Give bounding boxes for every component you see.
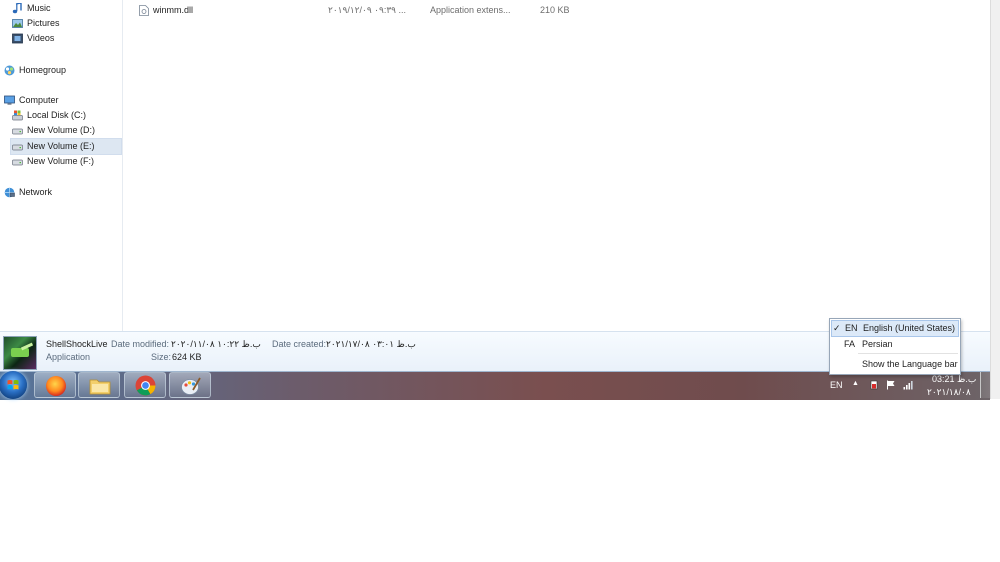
language-code: FA <box>844 339 856 349</box>
power-tray-icon[interactable] <box>869 380 879 390</box>
nav-item-videos[interactable]: Videos <box>12 31 120 46</box>
menu-separator <box>858 353 958 354</box>
file-list: winmm.dll ۲۰۱۹/۱۲/۰۹ ۰۹:۳۹ ... Applicati… <box>123 0 990 331</box>
nav-item-label: Local Disk (C:) <box>27 110 87 120</box>
start-button[interactable] <box>0 371 27 399</box>
file-type: Application extens... <box>430 5 511 15</box>
details-modified-value: ۲۰۲۰/۱۱/۰۸ ب.ظ ۱۰:۲۲ <box>171 339 261 349</box>
show-hidden-icons-arrow-icon[interactable]: ▲ <box>852 380 859 387</box>
file-date-modified: ۲۰۱۹/۱۲/۰۹ ۰۹:۳۹ ... <box>328 5 407 15</box>
network-icon <box>4 187 15 198</box>
language-name: Persian <box>862 339 893 349</box>
language-option-fa[interactable]: FA Persian <box>831 337 957 352</box>
checkmark-icon: ✓ <box>833 323 841 333</box>
details-size-label: Size: <box>151 352 172 362</box>
nav-item-new-volume-d[interactable]: New Volume (D:) <box>12 123 120 138</box>
navigation-pane: Music Pictures Videos Homegroup Computer… <box>0 0 123 331</box>
window-edge <box>990 0 1000 399</box>
language-code: EN <box>845 323 858 333</box>
nav-item-label: New Volume (E:) <box>27 141 95 151</box>
nav-item-computer[interactable]: Computer <box>4 93 120 108</box>
file-size: 210 KB <box>540 5 570 15</box>
windows-logo-icon <box>7 380 19 390</box>
language-menu: ✓ EN English (United States) FA Persian … <box>829 318 961 375</box>
pictures-icon <box>12 19 23 28</box>
clock-date[interactable]: ۲۰۲۱/۱۸/۰۸ <box>927 387 971 398</box>
homegroup-icon <box>4 65 15 76</box>
details-created-label: Date created: <box>272 339 327 349</box>
music-icon <box>12 3 22 14</box>
file-name: winmm.dll <box>153 5 194 15</box>
action-center-flag-icon[interactable] <box>886 380 896 390</box>
folder-icon <box>89 379 111 395</box>
language-option-en[interactable]: ✓ EN English (United States) <box>831 320 959 337</box>
details-file-type: Application <box>46 352 91 362</box>
firefox-icon <box>46 376 66 396</box>
nav-item-new-volume-e[interactable]: New Volume (E:) <box>10 138 122 155</box>
nav-item-music[interactable]: Music <box>12 1 120 16</box>
nav-item-label: Videos <box>27 33 55 43</box>
nav-item-label: Pictures <box>27 18 60 28</box>
show-desktop-button[interactable] <box>980 372 990 398</box>
nav-item-pictures[interactable]: Pictures <box>12 16 120 31</box>
nav-item-label: New Volume (F:) <box>27 156 95 166</box>
computer-icon <box>4 95 15 105</box>
nav-item-label: Music <box>27 3 51 13</box>
taskbar-button-paint[interactable] <box>169 372 211 398</box>
nav-item-new-volume-f[interactable]: New Volume (F:) <box>12 154 120 169</box>
details-modified-label: Date modified: <box>111 339 170 349</box>
nav-item-network[interactable]: Network <box>4 185 120 200</box>
paint-icon <box>181 377 201 395</box>
app-thumbnail <box>3 336 37 370</box>
drive-icon <box>12 144 23 151</box>
nav-item-label: Computer <box>19 95 59 105</box>
clock-time[interactable]: 03:21 ب.ظ <box>932 374 976 385</box>
details-created-value: ۲۰۲۱/۱۷/۰۸ ب.ظ ۰۳:۰۱ <box>326 339 416 349</box>
drive-icon <box>12 159 23 166</box>
nav-item-label: New Volume (D:) <box>27 125 96 135</box>
details-size-value: 624 KB <box>172 352 202 362</box>
taskbar-button-file-explorer[interactable] <box>78 372 120 398</box>
show-language-bar-label: Show the Language bar <box>862 359 958 369</box>
nav-item-label: Homegroup <box>19 65 67 75</box>
taskbar-button-firefox[interactable] <box>34 372 76 398</box>
network-signal-icon[interactable] <box>903 380 913 390</box>
taskbar-button-chrome[interactable] <box>124 372 166 398</box>
language-name: English (United States) <box>863 323 956 333</box>
drive-icon <box>12 128 23 135</box>
language-indicator[interactable]: EN <box>830 380 843 390</box>
show-language-bar-item[interactable]: Show the Language bar <box>831 357 958 372</box>
nav-item-local-disk-c[interactable]: Local Disk (C:) <box>12 108 120 123</box>
details-file-name: ShellShockLive <box>46 339 108 349</box>
system-drive-icon <box>12 110 23 121</box>
nav-item-homegroup[interactable]: Homegroup <box>4 63 120 78</box>
videos-icon <box>12 33 23 44</box>
dll-file-icon <box>139 5 149 16</box>
nav-item-label: Network <box>19 187 53 197</box>
file-row[interactable]: winmm.dll ۲۰۱۹/۱۲/۰۹ ۰۹:۳۹ ... Applicati… <box>137 2 577 18</box>
chrome-icon <box>135 375 156 396</box>
explorer-window: Music Pictures Videos Homegroup Computer… <box>0 0 990 371</box>
tank-icon <box>11 348 29 357</box>
